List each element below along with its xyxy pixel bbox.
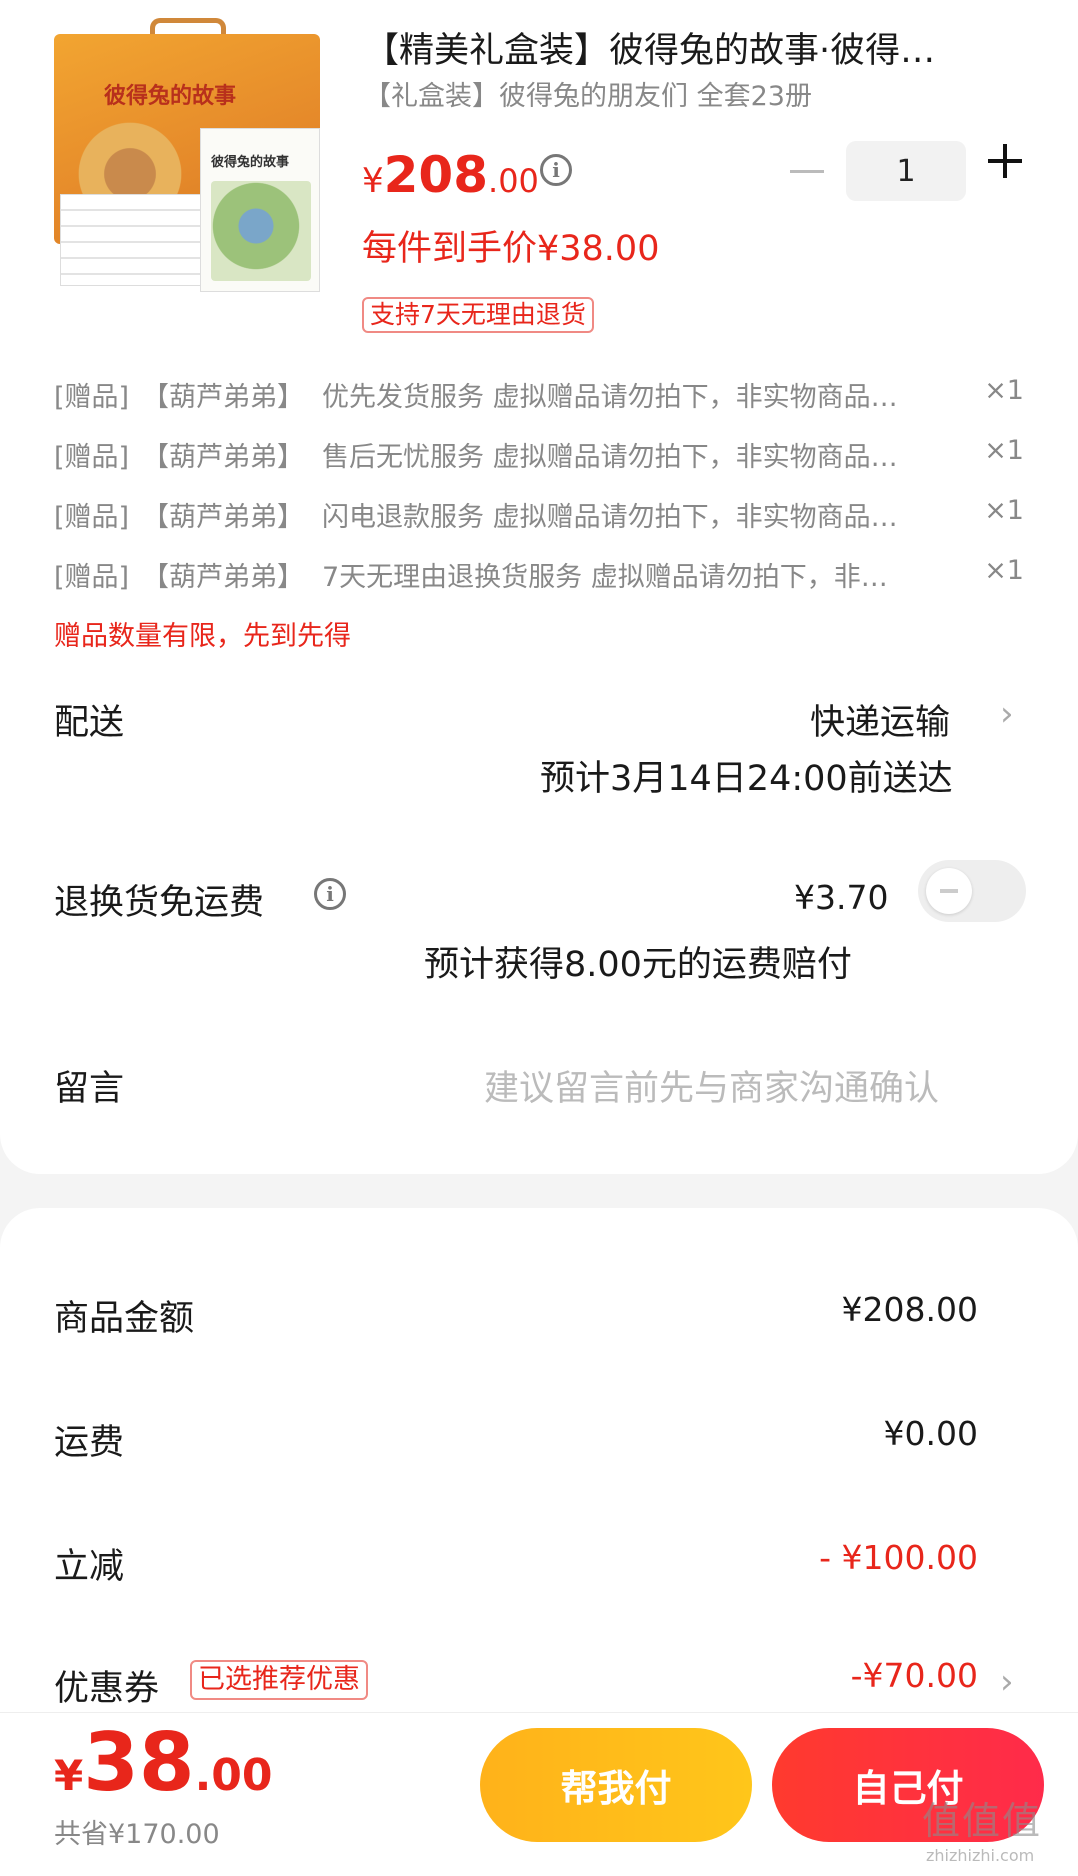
coupon-label[interactable]: 优惠券 (54, 1660, 159, 1711)
product-title[interactable]: 【精美礼盒装】彼得兔的故事·彼得… (364, 22, 935, 73)
coupon-value[interactable]: -¥70.00 (851, 1656, 978, 1695)
total-currency: ¥ (54, 1751, 84, 1800)
book-stack (60, 194, 210, 286)
help-pay-button[interactable]: 帮我付 (480, 1728, 752, 1842)
gift-count: ×1 (984, 555, 1024, 586)
price-decimal: .00 (488, 162, 539, 200)
toggle-knob (926, 868, 972, 914)
gift-name: 优先发货服务 虚拟赠品请勿拍下，非实物商品… (322, 382, 898, 413)
gift-shop: 【葫芦弟弟】 (142, 502, 304, 533)
gift-tag: [赠品] (54, 382, 130, 413)
return-insurance-label: 退换货免运费 (54, 883, 265, 923)
gift-limit-note: 赠品数量有限，先到先得 (54, 621, 351, 652)
quantity-input[interactable]: 1 (846, 141, 966, 201)
gift-shop: 【葫芦弟弟】 (142, 382, 304, 413)
message-label: 留言 (54, 1069, 125, 1109)
chevron-right-icon[interactable]: › (1000, 1662, 1014, 1702)
gift-tag: [赠品] (54, 442, 130, 473)
price-integer: 208 (383, 146, 489, 204)
total-price: ¥38.00 (54, 1716, 273, 1809)
total-integer: 38 (83, 1716, 195, 1809)
discount-value: - ¥100.00 (819, 1538, 978, 1577)
return-insurance-toggle[interactable] (918, 860, 1026, 922)
book-cover-title: 彼得兔的故事 (211, 155, 290, 170)
price-info-icon[interactable]: i (540, 154, 572, 186)
watermark-logo: 值值值 (922, 1799, 1043, 1843)
shipping-eta: 预计3月14日24:00前送达 (540, 759, 953, 799)
message-input[interactable]: 建议留言前先与商家沟通确认 (484, 1060, 939, 1111)
freight-label: 运费 (54, 1423, 125, 1463)
gift-name: 7天无理由退换货服务 虚拟赠品请勿拍下，非… (322, 562, 888, 593)
product-price: ¥208.00 (362, 146, 539, 204)
gift-row: [赠品] 【葫芦弟弟】 优先发货服务 虚拟赠品请勿拍下，非实物商品… ×1 (54, 375, 1024, 414)
gift-tag: [赠品] (54, 562, 130, 593)
gift-count: ×1 (984, 435, 1024, 466)
return-insurance-price: ¥3.70 (794, 878, 889, 917)
order-summary-card (0, 1208, 1078, 1728)
product-image[interactable]: 彼得兔的故事 彼得兔的故事 (50, 18, 324, 292)
total-decimal: .00 (194, 1750, 273, 1801)
goods-amount-label: 商品金额 (54, 1299, 195, 1339)
goods-amount-value: ¥208.00 (841, 1290, 978, 1329)
gift-name: 售后无忧服务 虚拟赠品请勿拍下，非实物商品… (322, 442, 898, 473)
quantity-plus-button[interactable] (988, 144, 1022, 178)
gift-shop: 【葫芦弟弟】 (142, 442, 304, 473)
chevron-right-icon[interactable]: › (1000, 694, 1014, 734)
box-title-text: 彼得兔的故事 (104, 83, 237, 109)
book-cover: 彼得兔的故事 (200, 128, 320, 292)
total-saved: 共省¥170.00 (54, 1819, 220, 1850)
freight-value: ¥0.00 (883, 1414, 978, 1453)
return-policy-badge: 支持7天无理由退货 (362, 297, 594, 333)
return-insurance-info-icon[interactable]: i (314, 878, 346, 910)
gift-count: ×1 (984, 375, 1024, 406)
watermark-url: zhizhizhi.com (926, 1846, 1035, 1865)
gift-tag: [赠品] (54, 502, 130, 533)
per-item-final-price: 每件到手价¥38.00 (362, 229, 660, 269)
return-insurance-compensation: 预计获得8.00元的运费赔付 (424, 945, 852, 985)
shipping-method[interactable]: 快递运输 (810, 694, 950, 745)
discount-label: 立减 (54, 1547, 125, 1587)
shipping-label: 配送 (54, 703, 125, 743)
gift-name: 闪电退款服务 虚拟赠品请勿拍下，非实物商品… (322, 502, 898, 533)
gift-row: [赠品] 【葫芦弟弟】 售后无忧服务 虚拟赠品请勿拍下，非实物商品… ×1 (54, 435, 1024, 474)
gift-row: [赠品] 【葫芦弟弟】 闪电退款服务 虚拟赠品请勿拍下，非实物商品… ×1 (54, 495, 1024, 534)
book-cover-picture (211, 181, 311, 281)
coupon-selected-badge[interactable]: 已选推荐优惠 (190, 1660, 368, 1700)
gift-count: ×1 (984, 495, 1024, 526)
gift-row: [赠品] 【葫芦弟弟】 7天无理由退换货服务 虚拟赠品请勿拍下，非… ×1 (54, 555, 1024, 594)
gift-shop: 【葫芦弟弟】 (142, 562, 304, 593)
price-currency: ¥ (362, 161, 384, 201)
quantity-minus-button[interactable] (790, 170, 824, 173)
product-spec[interactable]: 【礼盒装】彼得兔的朋友们 全套23册 (364, 74, 812, 113)
